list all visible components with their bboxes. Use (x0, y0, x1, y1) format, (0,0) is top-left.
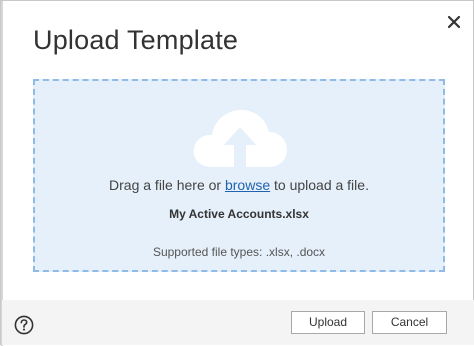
cancel-button[interactable]: Cancel (372, 311, 447, 334)
browse-link[interactable]: browse (225, 177, 270, 193)
dialog-left-edge (1, 1, 3, 346)
drag-instruction: Drag a file here or browse to upload a f… (35, 177, 443, 193)
drag-text-after: to upload a file. (270, 177, 369, 193)
close-icon (447, 15, 461, 29)
drag-text-before: Drag a file here or (109, 177, 225, 193)
help-icon (14, 315, 34, 335)
dialog-title: Upload Template (33, 25, 239, 55)
dialog-footer: Upload Cancel (2, 300, 474, 345)
upload-button[interactable]: Upload (291, 311, 365, 334)
close-button[interactable] (444, 12, 464, 32)
selected-file-name: My Active Accounts.xlsx (169, 207, 309, 221)
file-drop-zone[interactable]: Drag a file here or browse to upload a f… (33, 79, 445, 272)
help-button[interactable] (14, 315, 34, 335)
upload-template-dialog: Upload Template Drag a file here or brow… (0, 0, 474, 346)
supported-file-types: Supported file types: .xlsx, .docx (152, 245, 326, 259)
cloud-upload-icon (193, 110, 287, 167)
